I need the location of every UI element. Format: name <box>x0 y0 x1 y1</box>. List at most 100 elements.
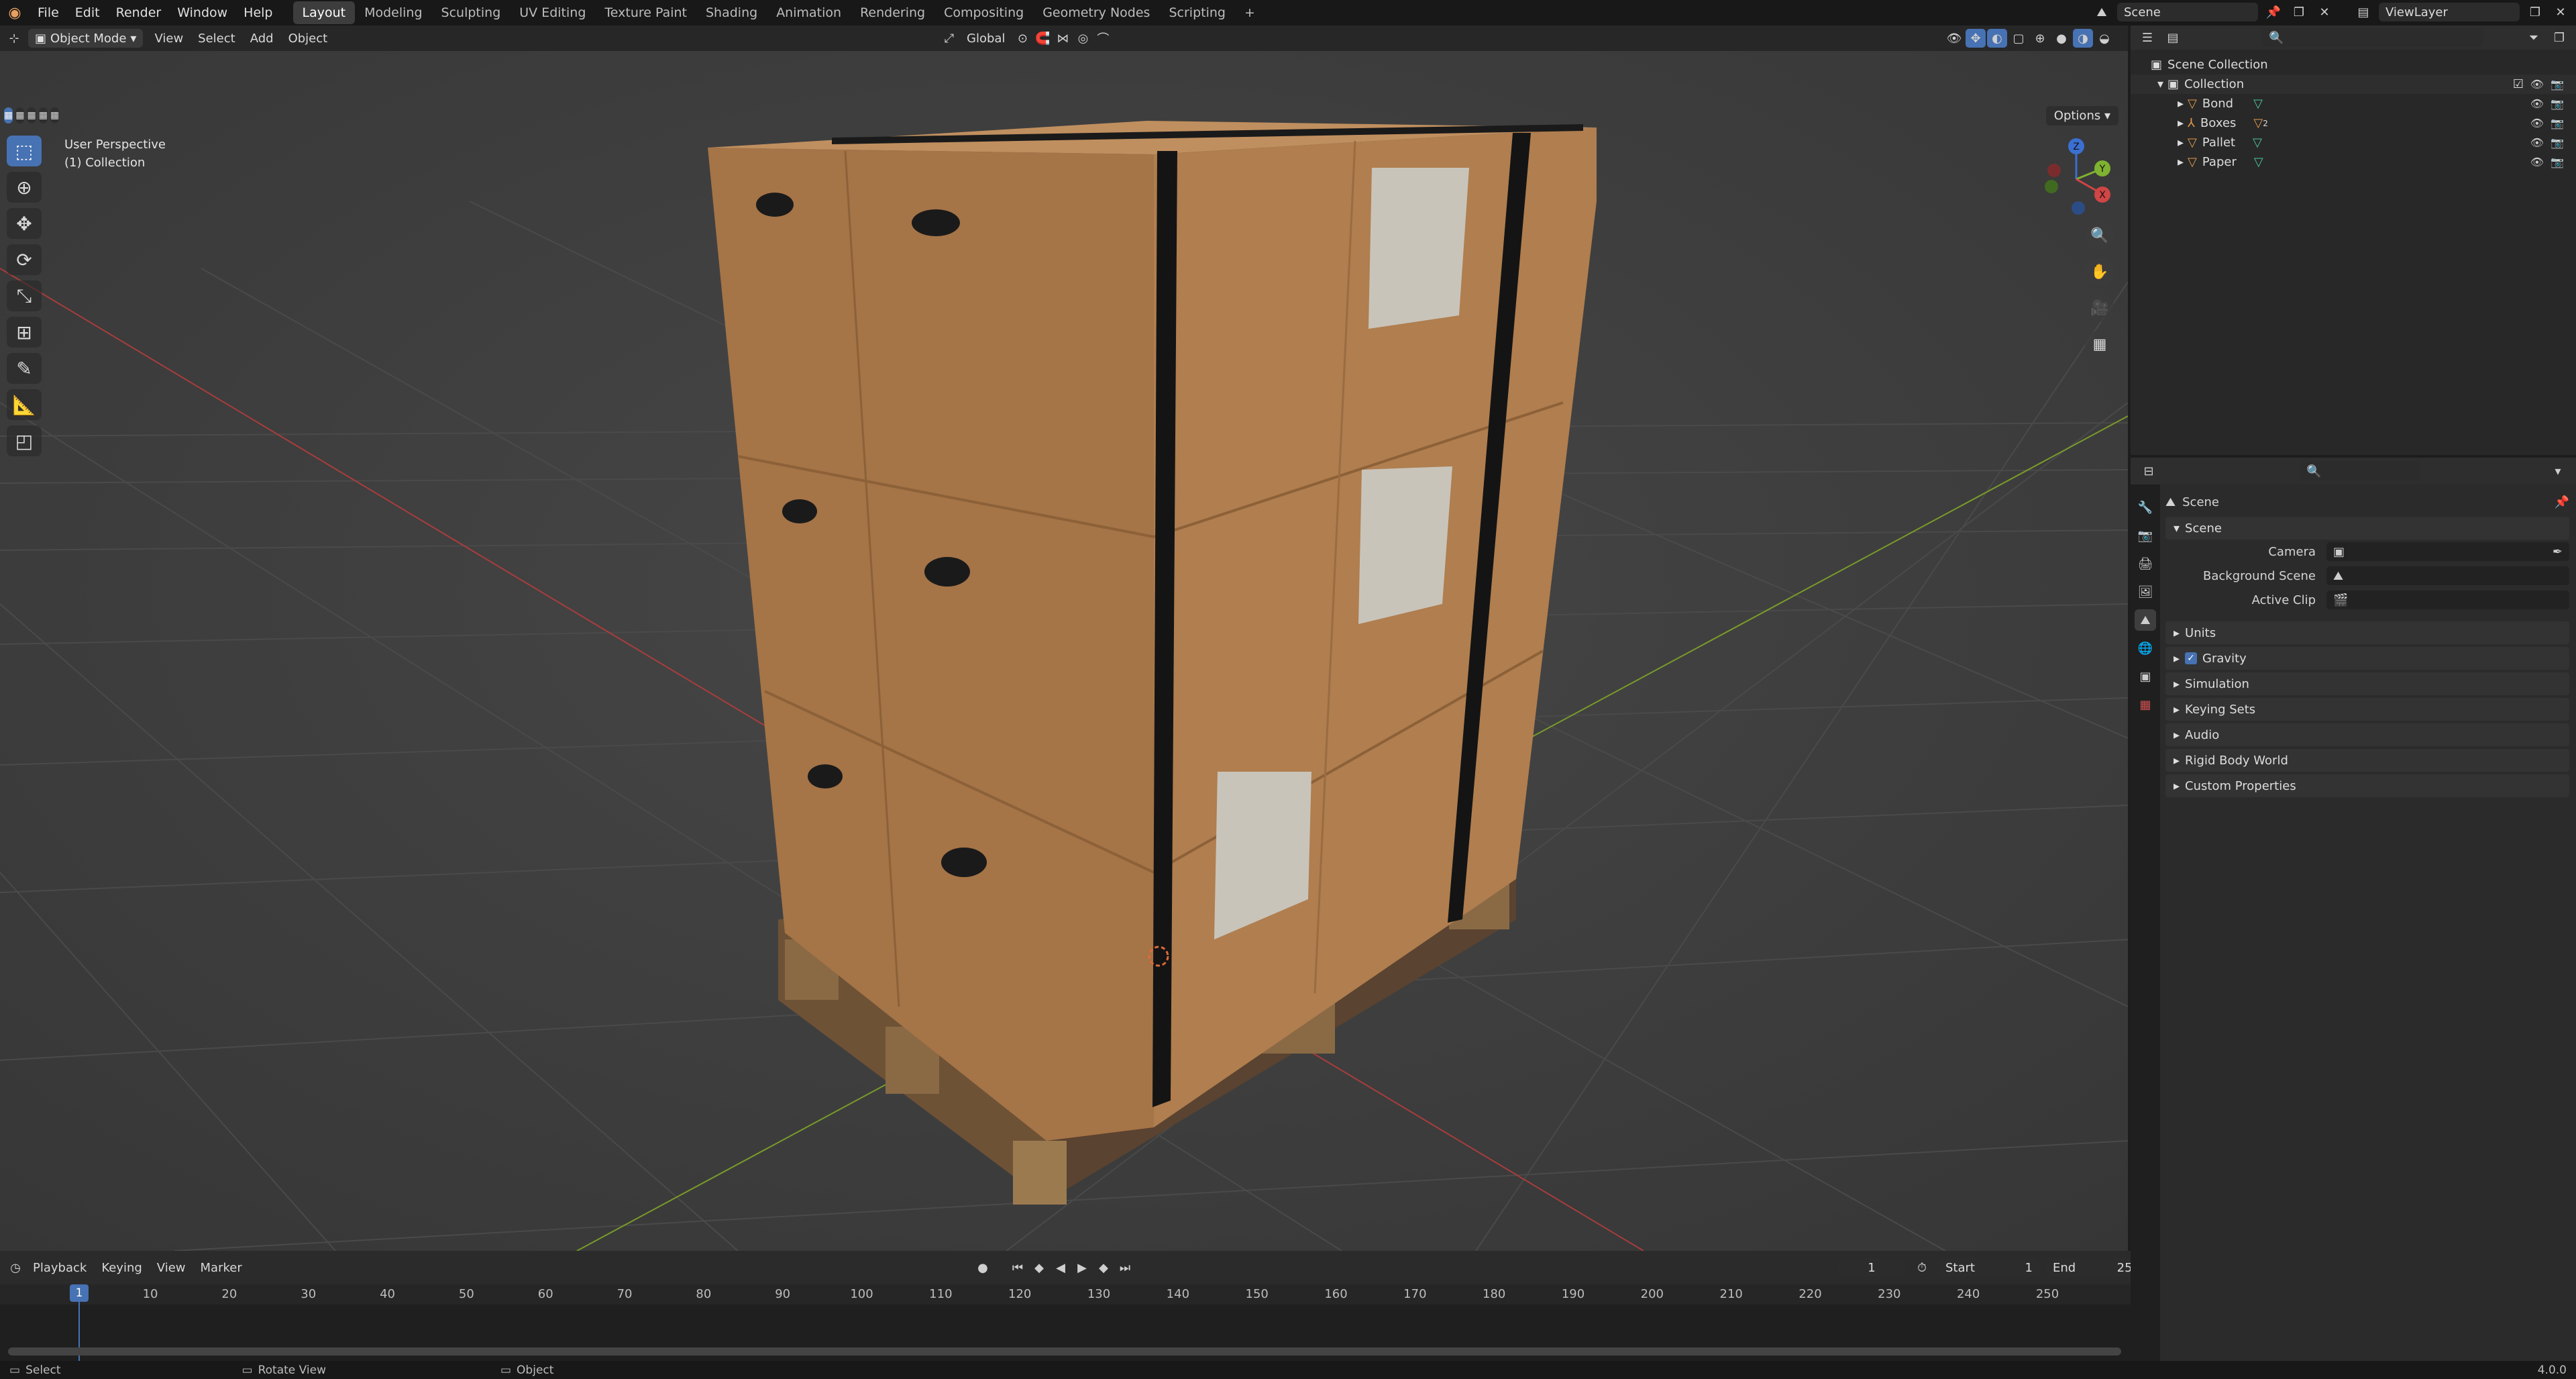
new-view-layer-icon[interactable]: ❐ <box>2525 3 2545 21</box>
outliner-scene-collection[interactable]: ▣ Scene Collection <box>2131 55 2576 74</box>
render-camera-icon[interactable]: 📷 <box>2551 156 2564 168</box>
delete-scene-icon[interactable]: ✕ <box>2314 3 2334 21</box>
eye-icon[interactable]: 👁 <box>2530 97 2544 110</box>
prev-keyframe-icon[interactable]: ◆ <box>1029 1258 1049 1277</box>
blender-logo-icon[interactable]: ◉ <box>0 5 30 21</box>
tab-sculpting[interactable]: Sculpting <box>432 1 511 24</box>
rendered-shading-icon[interactable]: ◒ <box>2094 29 2114 48</box>
active-clip-field[interactable]: 🎬 <box>2326 591 2569 609</box>
pin-icon[interactable]: 📌 <box>2555 495 2569 509</box>
orientation-dropdown[interactable]: Global <box>959 32 1012 46</box>
mode-dropdown[interactable]: ▣ Object Mode ▾ <box>28 29 144 48</box>
background-scene-field[interactable]: ⛰ <box>2326 566 2569 585</box>
ortho-grid-icon[interactable]: ▦ <box>2085 330 2114 358</box>
menu-edit[interactable]: Edit <box>67 5 108 20</box>
units-panel[interactable]: ▸ Units <box>2165 621 2569 644</box>
camera-field[interactable]: ▣ ✒ <box>2326 542 2569 561</box>
camera-view-icon[interactable]: 🎥 <box>2085 294 2114 322</box>
audio-panel[interactable]: ▸ Audio <box>2165 723 2569 746</box>
expand-icon[interactable]: ▸ <box>2178 97 2184 111</box>
record-icon[interactable]: ● <box>973 1258 993 1277</box>
eye-icon[interactable]: 👁 <box>2530 156 2544 168</box>
current-frame-field[interactable]: 1 <box>1838 1258 1905 1277</box>
start-frame-field[interactable]: Start 1 <box>1939 1258 2039 1277</box>
play-reverse-icon[interactable]: ◀ <box>1051 1258 1071 1277</box>
frame-ruler[interactable]: 10 20 30 40 50 60 70 80 90 100 110 120 130 140 150 160 1… <box>0 1284 2157 1305</box>
rotate-tool-icon[interactable]: ⟳ <box>7 244 42 275</box>
select-box-tool-icon[interactable]: ⬚ <box>7 136 42 166</box>
menu-window[interactable]: Window <box>169 5 235 20</box>
outliner-editor-icon[interactable]: ☰ <box>2137 28 2157 47</box>
menu-file[interactable]: File <box>30 5 67 20</box>
expand-icon[interactable]: ▸ <box>2178 155 2184 169</box>
tab-modeling[interactable]: Modeling <box>355 1 431 24</box>
outliner-search-input[interactable]: 🔍 <box>2262 28 2483 47</box>
playhead[interactable]: 1 <box>70 1284 89 1302</box>
eye-icon[interactable]: 👁 <box>2530 136 2544 149</box>
properties-search-input[interactable]: 🔍 <box>2300 462 2420 480</box>
world-tab-icon[interactable]: 🌐 <box>2135 637 2156 659</box>
3d-viewport[interactable]: ▦ ▦ ▦ ▦ ▦ ⬚ ⊕ ✥ ⟳ ⤡ ⊞ ✎ 📐 ◰ User Perspec… <box>0 51 2128 1251</box>
properties-editor-icon[interactable]: ⊟ <box>2139 462 2159 480</box>
pan-hand-icon[interactable]: ✋ <box>2085 258 2114 286</box>
outliner-item[interactable]: ▸ ▽ Paper ▽ 👁 📷 <box>2131 152 2576 172</box>
wireframe-shading-icon[interactable]: ⊕ <box>2030 29 2050 48</box>
tab-animation[interactable]: Animation <box>767 1 851 24</box>
view-layer-tab-icon[interactable]: 🖼 <box>2135 581 2156 603</box>
tab-uv-editing[interactable]: UV Editing <box>510 1 595 24</box>
stopwatch-icon[interactable]: ⏱ <box>1912 1258 1932 1277</box>
timeline-menu-view[interactable]: View <box>150 1261 193 1275</box>
jump-end-icon[interactable]: ⏭ <box>1115 1258 1135 1277</box>
expand-icon[interactable]: ▸ <box>2178 136 2184 150</box>
collection-tab-icon[interactable]: ▣ <box>2135 666 2156 687</box>
zoom-icon[interactable]: 🔍 <box>2085 221 2114 250</box>
editor-type-icon[interactable]: ⊹ <box>4 29 24 48</box>
render-camera-icon[interactable]: 📷 <box>2551 97 2564 110</box>
new-scene-icon[interactable]: ❐ <box>2289 3 2309 21</box>
jump-start-icon[interactable]: ⏮ <box>1008 1258 1028 1277</box>
timeline-scrollbar[interactable] <box>8 1347 2121 1356</box>
viewport-menu-object[interactable]: Object <box>281 32 335 46</box>
material-shading-icon[interactable]: ◑ <box>2073 29 2093 48</box>
properties-options-icon[interactable]: ▾ <box>2548 462 2568 480</box>
output-tab-icon[interactable]: 🖨 <box>2135 553 2156 574</box>
scale-tool-icon[interactable]: ⤡ <box>7 280 42 311</box>
play-icon[interactable]: ▶ <box>1072 1258 1092 1277</box>
measure-tool-icon[interactable]: 📐 <box>7 389 42 420</box>
select-subtract-icon[interactable]: ▦ <box>27 107 36 123</box>
navigation-gizmo[interactable]: Z Y X <box>2039 136 2113 223</box>
proportional-edit-icon[interactable]: ◎ <box>1073 29 1093 48</box>
delete-view-layer-icon[interactable]: ✕ <box>2551 3 2571 21</box>
menu-render[interactable]: Render <box>108 5 170 20</box>
tab-compositing[interactable]: Compositing <box>934 1 1033 24</box>
custom-properties-panel[interactable]: ▸ Custom Properties <box>2165 774 2569 797</box>
scene-tab-icon[interactable]: ⛰ <box>2135 609 2156 631</box>
pivot-icon[interactable]: ⊙ <box>1012 29 1032 48</box>
expand-icon[interactable]: ▸ <box>2178 116 2184 130</box>
outliner-collection[interactable]: ▾ ▣ Collection ☑ 👁 📷 <box>2131 74 2576 94</box>
visibility-icon[interactable]: 👁 <box>1944 29 1964 48</box>
simulation-panel[interactable]: ▸ Simulation <box>2165 672 2569 695</box>
gizmo-toggle-icon[interactable]: ✥ <box>1966 29 1986 48</box>
transform-tool-icon[interactable]: ⊞ <box>7 317 42 348</box>
render-tab-icon[interactable]: 📷 <box>2135 525 2156 546</box>
falloff-icon[interactable]: ⌒ <box>1093 29 1113 48</box>
viewport-menu-add[interactable]: Add <box>243 32 281 46</box>
tool-tab-icon[interactable]: 🔧 <box>2135 497 2156 518</box>
move-tool-icon[interactable]: ✥ <box>7 208 42 239</box>
viewport-menu-select[interactable]: Select <box>191 32 243 46</box>
timeline-menu-playback[interactable]: Playback <box>25 1261 94 1275</box>
outliner-item[interactable]: ▸ ▽ Pallet ▽ 👁 📷 <box>2131 133 2576 152</box>
tab-scripting[interactable]: Scripting <box>1159 1 1235 24</box>
scene-panel-header[interactable]: ▾ Scene <box>2165 517 2569 540</box>
options-button[interactable]: Options ▾ <box>2045 106 2118 125</box>
eye-icon[interactable]: 👁 <box>2530 78 2544 91</box>
filter-icon[interactable]: ⏷ <box>2524 28 2544 47</box>
render-camera-icon[interactable]: 📷 <box>2551 78 2564 91</box>
select-intersect-icon[interactable]: ▦ <box>50 107 60 123</box>
snap-target-icon[interactable]: ⋈ <box>1053 29 1073 48</box>
viewport-menu-view[interactable]: View <box>147 32 191 46</box>
rigid-body-world-panel[interactable]: ▸ Rigid Body World <box>2165 749 2569 772</box>
xray-icon[interactable]: ▢ <box>2008 29 2029 48</box>
new-collection-icon[interactable]: ❐ <box>2549 28 2569 47</box>
